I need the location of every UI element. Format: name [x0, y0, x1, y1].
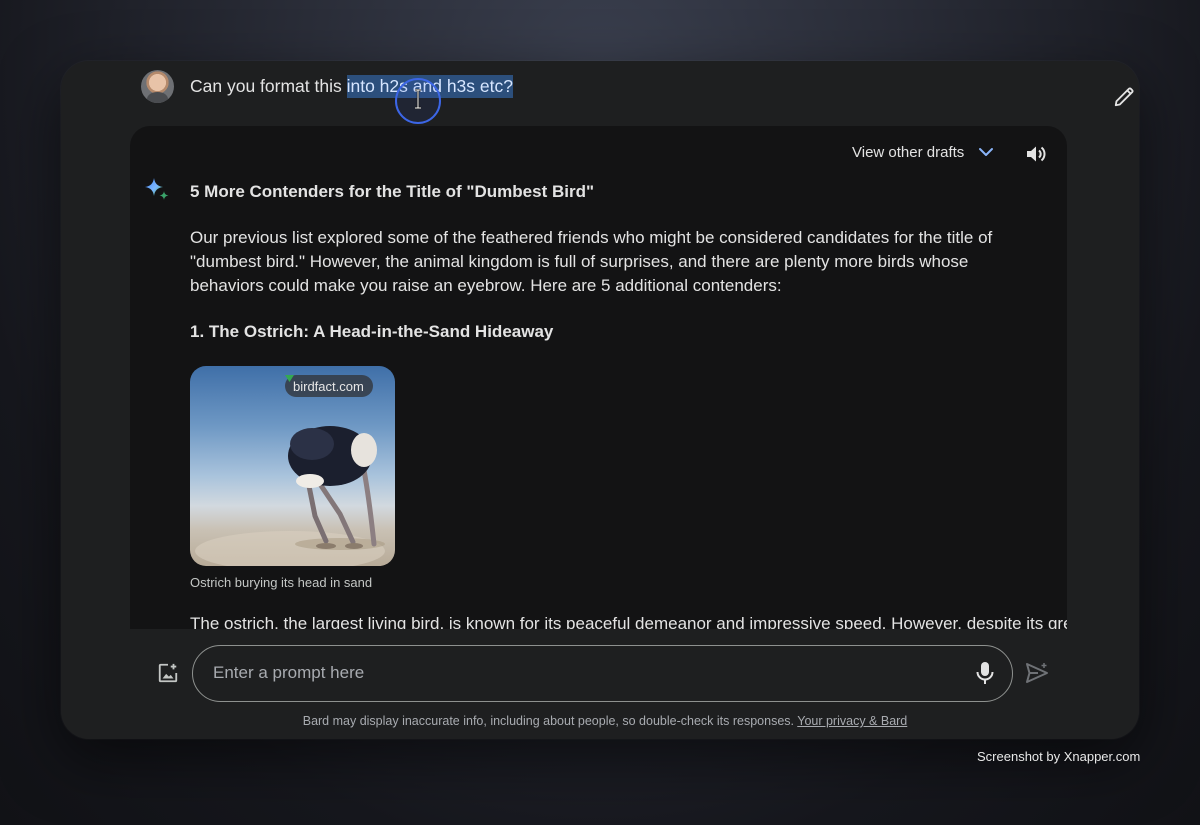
response-paragraph-cutoff: The ostrich, the largest living bird, is…: [190, 614, 1067, 629]
user-message-row: Can you format this into h2s and h3s etc…: [141, 70, 1134, 124]
screenshot-credit: Screenshot by Xnapper.com: [977, 749, 1141, 764]
user-avatar: [141, 70, 174, 103]
speaker-icon[interactable]: [1024, 142, 1048, 166]
prompt-box[interactable]: [192, 645, 1013, 702]
disclaimer-text: Bard may display inaccurate info, includ…: [302, 714, 794, 728]
section-heading: 1. The Ostrich: A Head-in-the-Sand Hidea…: [190, 322, 554, 341]
view-drafts-label: View other drafts: [852, 143, 965, 161]
pencil-icon[interactable]: [1113, 86, 1135, 108]
mic-icon[interactable]: [974, 661, 996, 685]
composer-area: Bard may display inaccurate info, includ…: [61, 629, 1139, 739]
source-favicon-icon: [285, 375, 294, 382]
response-intro: Our previous list explored some of the f…: [190, 228, 993, 295]
privacy-link[interactable]: Your privacy & Bard: [797, 714, 907, 728]
image-source-label: birdfact.com: [293, 378, 364, 394]
chat-window: Can you format this into h2s and h3s etc…: [61, 61, 1139, 739]
user-message[interactable]: Can you format this into h2s and h3s etc…: [190, 75, 513, 98]
disclaimer: Bard may display inaccurate info, includ…: [61, 714, 1139, 728]
user-message-text: Can you format this: [190, 76, 347, 96]
text-cursor-icon: [415, 89, 421, 109]
view-drafts-button[interactable]: View other drafts: [852, 142, 996, 162]
sparkle-icon: [145, 178, 169, 200]
prompt-input[interactable]: [213, 646, 953, 700]
response-title: 5 More Contenders for the Title of "Dumb…: [190, 182, 595, 201]
ostrich-image[interactable]: birdfact.com: [190, 366, 395, 566]
send-icon[interactable]: [1025, 662, 1049, 684]
chevron-down-icon: [979, 148, 994, 156]
add-image-icon[interactable]: [157, 662, 179, 684]
image-source-chip[interactable]: birdfact.com: [285, 375, 373, 397]
bard-response-card: View other drafts 5 More Contenders for: [130, 126, 1067, 629]
image-caption: Ostrich burying its head in sand: [190, 575, 373, 590]
response-content: 5 More Contenders for the Title of "Dumb…: [190, 182, 1067, 629]
